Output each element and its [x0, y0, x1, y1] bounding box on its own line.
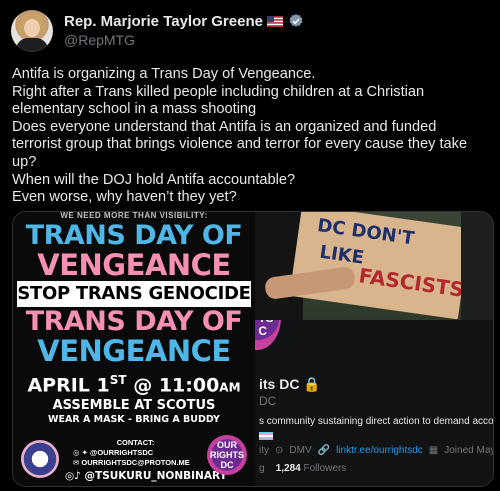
tweet-text: Antifa is organizing a Trans Day of Veng…: [12, 66, 490, 207]
profile-logo-icon: R TS C: [255, 320, 281, 350]
poster-stop-banner: STOP TRANS GENOCIDE: [17, 281, 251, 307]
protest-photo[interactable]: DC DON'T LIKE FASCISTS: [255, 212, 493, 320]
poster-contact-handle-text: @OURRIGHTSDC: [90, 448, 154, 457]
tweet: Rep. Marjorie Taylor Greene @RepMTG Anti…: [0, 0, 500, 491]
poster-time-suffix: AM: [219, 380, 241, 395]
author-handle[interactable]: @RepMTG: [64, 32, 135, 48]
profile-name: its DC 🔒: [259, 376, 321, 392]
poster-contact: CONTACT: ◎ ✦ @OURRIGHTSDC ✉ OURRIGHTSDC@…: [73, 438, 198, 468]
author-name[interactable]: Rep. Marjorie Taylor Greene: [64, 13, 263, 30]
author-avatar[interactable]: [11, 10, 53, 52]
link-icon: 🔗: [317, 445, 331, 456]
location-icon: ⊙: [275, 445, 284, 456]
poster-contact-handle: ◎ ✦ @OURRIGHTSDC: [73, 448, 154, 457]
tweet-line: Even worse, why haven’t they yet?: [12, 189, 237, 206]
poster-mask: WEAR A MASK - BRING A BUDDY: [48, 414, 220, 425]
profile-location: DMV: [289, 445, 312, 456]
profile-logo-text: R TS C: [258, 320, 273, 338]
poster-line1: TRANS DAY OF: [25, 220, 243, 251]
poster-line2: VENGEANCE: [37, 248, 231, 282]
verified-badge-icon: [289, 14, 303, 27]
poster-contact-email-text: OURRIGHTSDC@PROTON.ME: [81, 458, 190, 467]
profile-name-text: its DC: [259, 376, 300, 392]
poster-contact-email: ✉ OURRIGHTSDC@PROTON.ME: [73, 458, 190, 467]
tweet-line: When will the DOJ hold Antifa accountabl…: [12, 171, 296, 188]
followers-label: Followers: [303, 463, 347, 474]
media-grid[interactable]: WE NEED MORE THAN VISIBILITY: TRANS DAY …: [12, 211, 494, 487]
tweet-line: Right after a Trans killed people includ…: [12, 83, 425, 100]
poster-our-rights-logo-icon: OUR RIGHTS DC: [207, 435, 247, 475]
poster-line4: VENGEANCE: [37, 334, 231, 368]
sign-line2: LIKE: [318, 241, 366, 269]
poster-date-text: APRIL 1: [27, 374, 110, 397]
poster-date-suffix: ST: [109, 373, 127, 387]
trans-flag-icon: [259, 432, 273, 440]
poster-logo-text: OUR RIGHTS DC: [209, 440, 244, 470]
tweet-line: elementary school in a mass shooting: [12, 101, 257, 118]
profile-screenshot[interactable]: R TS C its DC 🔒 DC s community sustainin…: [255, 320, 494, 486]
poster-line3: TRANS DAY OF: [25, 306, 243, 337]
profile-bio: s community sustaining direct action to …: [259, 416, 494, 427]
sign-line3: FASCISTS: [357, 263, 466, 302]
poster-contact-label: CONTACT:: [116, 438, 155, 447]
profile-handle: DC: [259, 394, 277, 408]
calendar-icon: ▦: [428, 445, 439, 456]
tweet-line: Antifa is organizing a Trans Day of Veng…: [12, 66, 316, 82]
poster-assemble: ASSEMBLE AT SCOTUS: [52, 398, 216, 413]
poster-time: @ 11:00: [133, 374, 220, 397]
us-flag-icon: [266, 15, 283, 27]
profile-link[interactable]: linktr.ee/ourrightsdc: [336, 445, 423, 456]
followers-count: 1,284: [275, 463, 301, 474]
profile-meta-prefix: ity: [259, 445, 269, 456]
tweet-line: up?: [12, 153, 37, 170]
author-name-row[interactable]: Rep. Marjorie Taylor Greene: [64, 12, 304, 30]
profile-followers: g 1,284 Followers: [259, 463, 347, 474]
poster-left-logo-icon: [21, 440, 59, 478]
tweet-line: Does everyone understand that Antifa is …: [12, 118, 437, 135]
profile-meta: ity ⊙ DMV 🔗 linktr.ee/ourrightsdc ▦ Join…: [259, 445, 494, 456]
profile-joined: Joined May 2: [444, 445, 494, 456]
protest-sign: DC DON'T LIKE FASCISTS: [289, 212, 471, 320]
poster-tiktok-text: @TSUKURU_NONBINARY: [84, 470, 228, 482]
poster-date: APRIL 1ST @ 11:00AM: [13, 369, 255, 396]
tweet-line: terrorist group that brings violence and…: [12, 136, 468, 153]
event-poster-image[interactable]: WE NEED MORE THAN VISIBILITY: TRANS DAY …: [13, 212, 255, 486]
